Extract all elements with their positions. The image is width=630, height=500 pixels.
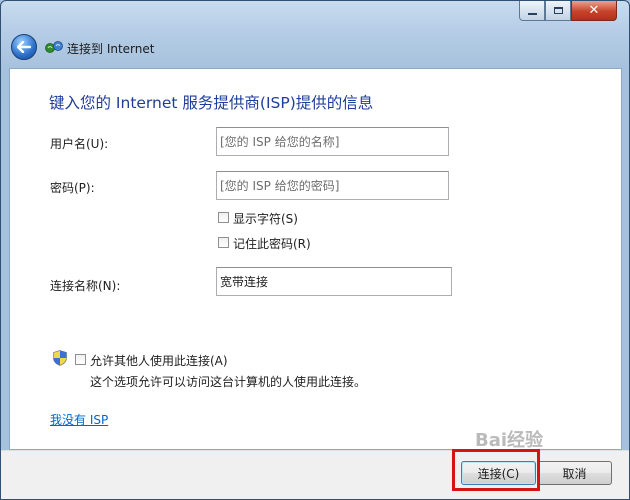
remember-password-label[interactable]: 记住此密码(R) xyxy=(233,235,311,252)
uac-shield-icon xyxy=(53,350,67,366)
connection-name-label: 连接名称(N): xyxy=(50,279,121,293)
show-chars-label[interactable]: 显示字符(S) xyxy=(233,210,298,227)
page-heading: 键入您的 Internet 服务提供商(ISP)提供的信息 xyxy=(49,94,374,112)
minimize-button[interactable] xyxy=(519,1,545,21)
username-input[interactable]: [您的 ISP 给您的名称] xyxy=(216,127,449,156)
username-label: 用户名(U): xyxy=(50,137,109,151)
close-button[interactable]: ✕ xyxy=(571,1,617,21)
back-button[interactable] xyxy=(11,34,37,60)
close-icon: ✕ xyxy=(588,3,600,18)
cancel-button[interactable]: 取消 xyxy=(537,461,612,485)
network-icon xyxy=(45,41,63,53)
allow-others-description: 这个选项允许可以访问这台计算机的人使用此连接。 xyxy=(90,375,367,389)
content-panel: 键入您的 Internet 服务提供商(ISP)提供的信息 用户名(U): [您… xyxy=(9,68,622,450)
no-isp-link[interactable]: 我没有 ISP xyxy=(50,411,108,428)
remember-password-checkbox[interactable] xyxy=(218,237,229,248)
connect-to-internet-window: ✕ 连接到 Internet 键入您的 Internet 服务提供商(ISP)提… xyxy=(0,0,630,500)
show-chars-checkbox[interactable] xyxy=(218,212,229,223)
minimize-icon xyxy=(527,12,537,15)
watermark: Bai经验 xyxy=(475,430,544,451)
connection-name-input[interactable]: 宽带连接 xyxy=(216,267,452,296)
allow-others-label[interactable]: 允许其他人使用此连接(A) xyxy=(90,352,228,369)
back-arrow-icon xyxy=(17,41,31,53)
connect-button-highlight xyxy=(452,449,540,491)
password-label: 密码(P): xyxy=(50,181,95,195)
window-title: 连接到 Internet xyxy=(67,42,155,56)
maximize-icon xyxy=(553,7,563,14)
password-input[interactable]: [您的 ISP 给您的密码] xyxy=(216,171,449,200)
allow-others-checkbox[interactable] xyxy=(75,354,86,365)
maximize-button[interactable] xyxy=(545,1,571,21)
